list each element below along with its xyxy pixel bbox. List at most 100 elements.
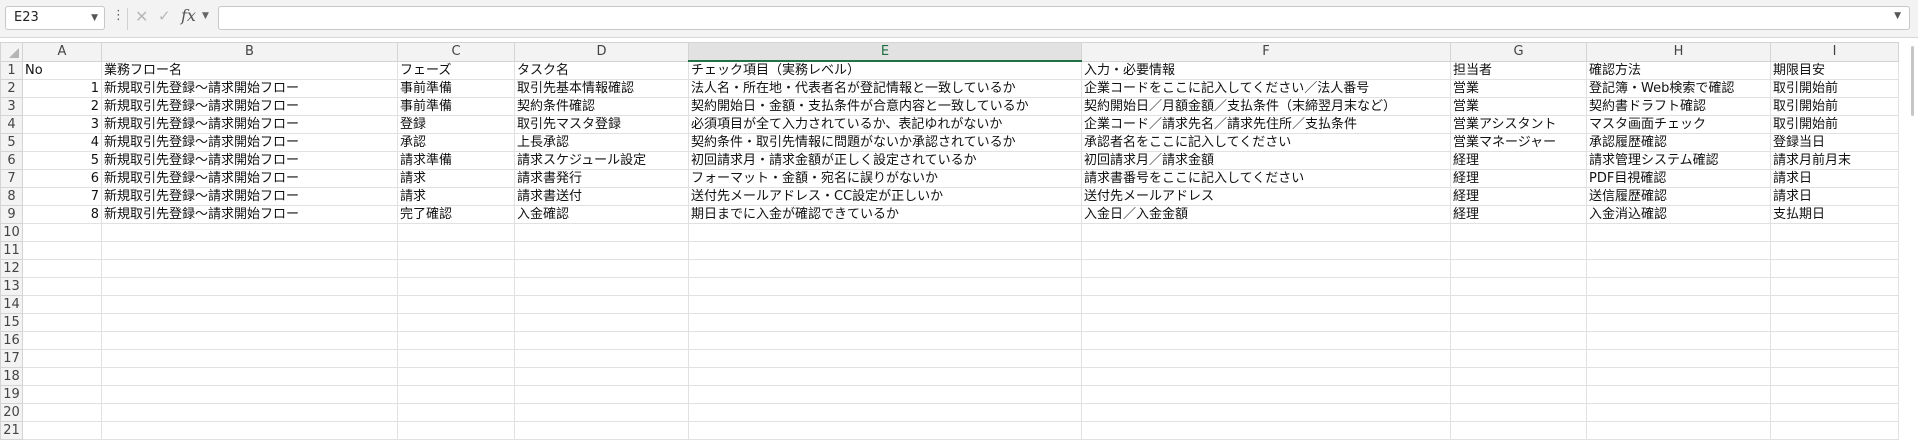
cell-d12[interactable]: [514, 259, 689, 278]
cell-c19[interactable]: [397, 385, 515, 404]
cell-a1[interactable]: No: [22, 60, 102, 80]
column-header-f[interactable]: F: [1081, 42, 1451, 62]
row-header[interactable]: 12: [0, 259, 23, 278]
row-header[interactable]: 3: [0, 97, 23, 116]
cell-c10[interactable]: [397, 223, 515, 242]
cell-h20[interactable]: [1586, 403, 1771, 422]
cell-b15[interactable]: [101, 313, 398, 332]
row-header[interactable]: 18: [0, 367, 23, 386]
cell-h12[interactable]: [1586, 259, 1771, 278]
cell-b9[interactable]: 新規取引先登録～請求開始フロー: [101, 205, 398, 224]
cell-e18[interactable]: [688, 367, 1082, 386]
cell-d15[interactable]: [514, 313, 689, 332]
cell-c15[interactable]: [397, 313, 515, 332]
cell-f2[interactable]: 企業コードをここに記入してください／法人番号: [1081, 79, 1451, 98]
cell-d11[interactable]: [514, 241, 689, 260]
row-header[interactable]: 8: [0, 187, 23, 206]
cell-c21[interactable]: [397, 421, 515, 440]
cell-h14[interactable]: [1586, 295, 1771, 314]
cell-f1[interactable]: 入力・必要情報: [1081, 60, 1451, 80]
row-header[interactable]: 7: [0, 169, 23, 188]
cell-g20[interactable]: [1450, 403, 1587, 422]
cell-b17[interactable]: [101, 349, 398, 368]
cell-g19[interactable]: [1450, 385, 1587, 404]
cell-h1[interactable]: 確認方法: [1586, 60, 1771, 80]
cell-g3[interactable]: 営業: [1450, 97, 1587, 116]
cell-a5[interactable]: 4: [22, 133, 102, 152]
cell-g21[interactable]: [1450, 421, 1587, 440]
cell-c2[interactable]: 事前準備: [397, 79, 515, 98]
cell-b14[interactable]: [101, 295, 398, 314]
cell-c17[interactable]: [397, 349, 515, 368]
cell-d13[interactable]: [514, 277, 689, 296]
cell-f19[interactable]: [1081, 385, 1451, 404]
cell-e13[interactable]: [688, 277, 1082, 296]
cell-g11[interactable]: [1450, 241, 1587, 260]
cell-c18[interactable]: [397, 367, 515, 386]
cell-f6[interactable]: 初回請求月／請求金額: [1081, 151, 1451, 170]
cell-e17[interactable]: [688, 349, 1082, 368]
cell-g17[interactable]: [1450, 349, 1587, 368]
cell-h4[interactable]: マスタ画面チェック: [1586, 115, 1771, 134]
column-header-a[interactable]: A: [22, 42, 102, 62]
cell-f14[interactable]: [1081, 295, 1451, 314]
name-box[interactable]: E23 ▼: [5, 6, 105, 30]
cell-c8[interactable]: 請求: [397, 187, 515, 206]
cell-d9[interactable]: 入金確認: [514, 205, 689, 224]
cell-a7[interactable]: 6: [22, 169, 102, 188]
cell-a21[interactable]: [22, 421, 102, 440]
expand-formula-bar-icon[interactable]: ▼: [1894, 11, 1901, 21]
cell-i18[interactable]: [1770, 367, 1899, 386]
cell-f12[interactable]: [1081, 259, 1451, 278]
cell-e9[interactable]: 期日までに入金が確認できているか: [688, 205, 1082, 224]
cell-i14[interactable]: [1770, 295, 1899, 314]
column-header-h[interactable]: H: [1586, 42, 1771, 62]
cell-d7[interactable]: 請求書発行: [514, 169, 689, 188]
cell-c9[interactable]: 完了確認: [397, 205, 515, 224]
cell-c12[interactable]: [397, 259, 515, 278]
cell-e20[interactable]: [688, 403, 1082, 422]
cell-f7[interactable]: 請求書番号をここに記入してください: [1081, 169, 1451, 188]
cell-i9[interactable]: 支払期日: [1770, 205, 1899, 224]
cell-b2[interactable]: 新規取引先登録～請求開始フロー: [101, 79, 398, 98]
cell-e7[interactable]: フォーマット・金額・宛名に誤りがないか: [688, 169, 1082, 188]
cell-g2[interactable]: 営業: [1450, 79, 1587, 98]
cell-e10[interactable]: [688, 223, 1082, 242]
cell-g16[interactable]: [1450, 331, 1587, 350]
cell-i17[interactable]: [1770, 349, 1899, 368]
cell-f18[interactable]: [1081, 367, 1451, 386]
cell-h7[interactable]: PDF目視確認: [1586, 169, 1771, 188]
cell-g5[interactable]: 営業マネージャー: [1450, 133, 1587, 152]
row-header[interactable]: 5: [0, 133, 23, 152]
cell-g15[interactable]: [1450, 313, 1587, 332]
cell-d4[interactable]: 取引先マスタ登録: [514, 115, 689, 134]
cell-i8[interactable]: 請求日: [1770, 187, 1899, 206]
cell-h16[interactable]: [1586, 331, 1771, 350]
cancel-icon[interactable]: ✕: [135, 7, 148, 26]
cell-e15[interactable]: [688, 313, 1082, 332]
cell-i2[interactable]: 取引開始前: [1770, 79, 1899, 98]
scrollbar-thumb[interactable]: [1911, 46, 1914, 116]
column-header-b[interactable]: B: [101, 42, 398, 62]
cell-a18[interactable]: [22, 367, 102, 386]
cell-i6[interactable]: 請求月前月末: [1770, 151, 1899, 170]
cell-a15[interactable]: [22, 313, 102, 332]
select-all-corner[interactable]: [0, 42, 23, 62]
cell-d20[interactable]: [514, 403, 689, 422]
cell-h9[interactable]: 入金消込確認: [1586, 205, 1771, 224]
row-header[interactable]: 11: [0, 241, 23, 260]
cell-h18[interactable]: [1586, 367, 1771, 386]
row-header[interactable]: 1: [0, 60, 23, 80]
cell-f4[interactable]: 企業コード／請求先名／請求先住所／支払条件: [1081, 115, 1451, 134]
cell-i10[interactable]: [1770, 223, 1899, 242]
cell-e12[interactable]: [688, 259, 1082, 278]
cell-d14[interactable]: [514, 295, 689, 314]
cell-i4[interactable]: 取引開始前: [1770, 115, 1899, 134]
cell-i11[interactable]: [1770, 241, 1899, 260]
formula-input[interactable]: ▼: [218, 6, 1910, 30]
cell-f8[interactable]: 送付先メールアドレス: [1081, 187, 1451, 206]
row-header[interactable]: 10: [0, 223, 23, 242]
cell-a6[interactable]: 5: [22, 151, 102, 170]
cell-e6[interactable]: 初回請求月・請求金額が正しく設定されているか: [688, 151, 1082, 170]
cell-b10[interactable]: [101, 223, 398, 242]
